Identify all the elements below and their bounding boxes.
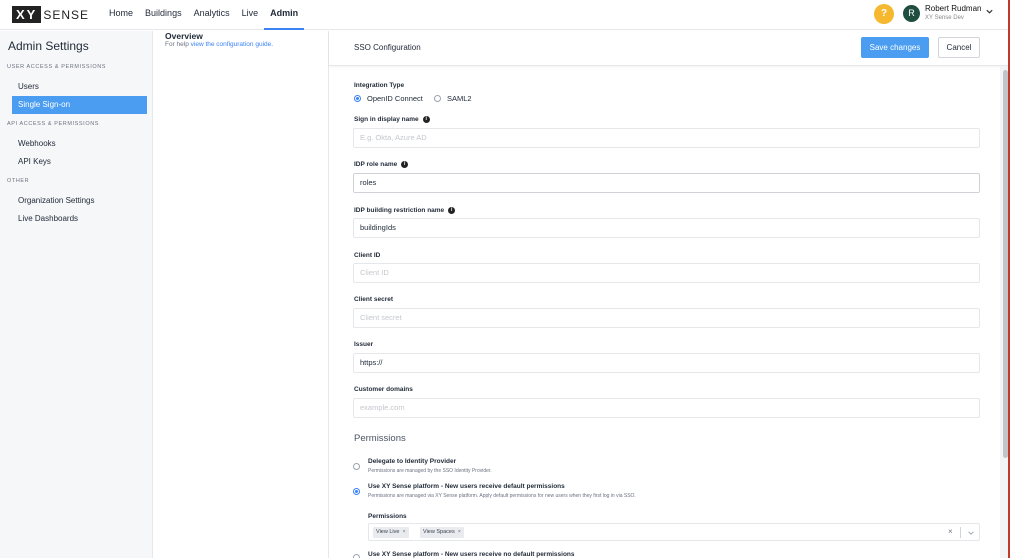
section-label-other: OTHER bbox=[7, 178, 30, 184]
sidebar-item-single-sign-on[interactable]: Single Sign-on bbox=[12, 96, 147, 114]
clear-all-icon[interactable]: × bbox=[948, 527, 953, 536]
no-default-permissions-title[interactable]: Use XY Sense platform - New users receiv… bbox=[368, 551, 575, 558]
info-icon[interactable]: i bbox=[422, 116, 430, 123]
issuer-input[interactable]: https:// bbox=[353, 353, 980, 373]
client-id-label: Client ID bbox=[354, 252, 381, 259]
section-label-api-access: API ACCESS & PERMISSIONS bbox=[7, 121, 100, 127]
nav-buildings[interactable]: Buildings bbox=[139, 0, 188, 30]
sso-configuration-panel: SSO Configuration Save changes Cancel In… bbox=[328, 31, 1009, 558]
display-name-label: Sign in display name i bbox=[354, 116, 430, 123]
openid-connect-label[interactable]: OpenID Connect bbox=[367, 94, 423, 103]
client-secret-input[interactable]: Client secret bbox=[353, 308, 980, 328]
idp-role-label: IDP role name i bbox=[354, 161, 409, 169]
idp-role-input[interactable]: roles bbox=[353, 173, 980, 193]
tag-view-spaces-label: View Spaces bbox=[423, 529, 455, 535]
sidebar-title: Admin Settings bbox=[8, 39, 89, 53]
default-permissions-radio[interactable] bbox=[353, 488, 360, 495]
nav-links: Home Buildings Analytics Live Admin bbox=[103, 0, 305, 30]
chevron-down-icon[interactable] bbox=[967, 529, 975, 537]
configuration-guide-link[interactable]: view the configuration guide. bbox=[191, 41, 273, 48]
top-navigation: XY SENSE Home Buildings Analytics Live A… bbox=[0, 0, 1008, 30]
delegate-idp-radio[interactable] bbox=[353, 463, 360, 470]
tag-view-live-label: View Live bbox=[376, 529, 400, 535]
integration-type-label: Integration Type bbox=[354, 82, 405, 89]
overview-title: Overview bbox=[165, 31, 203, 41]
xy-sense-logo[interactable]: XY SENSE bbox=[12, 6, 89, 23]
default-permissions-label: Permissions bbox=[368, 513, 407, 520]
idp-role-label-text: IDP role name bbox=[354, 161, 398, 169]
tag-view-spaces: View Spaces × bbox=[420, 527, 464, 538]
permissions-heading: Permissions bbox=[354, 433, 406, 444]
nav-admin[interactable]: Admin bbox=[264, 0, 305, 30]
avatar[interactable]: R bbox=[903, 5, 920, 22]
issuer-label: Issuer bbox=[354, 341, 374, 348]
help-button[interactable]: ? bbox=[874, 4, 894, 24]
cancel-button[interactable]: Cancel bbox=[938, 37, 980, 58]
remove-tag-icon[interactable]: × bbox=[458, 529, 461, 535]
no-default-permissions-radio[interactable] bbox=[353, 554, 360, 558]
sidebar-item-live-dashboards[interactable]: Live Dashboards bbox=[12, 210, 147, 228]
logo-xy: XY bbox=[12, 6, 42, 23]
sidebar-item-api-keys[interactable]: API Keys bbox=[12, 153, 147, 171]
nav-home[interactable]: Home bbox=[103, 0, 139, 30]
default-permissions-desc: Permissions are managed via XY Sense pla… bbox=[368, 493, 636, 499]
delegate-idp-desc: Permissions are managed by the SSO Ident… bbox=[368, 468, 492, 474]
default-permissions-title[interactable]: Use XY Sense platform - New users receiv… bbox=[368, 483, 565, 490]
idp-building-label-text: IDP building restriction name bbox=[354, 207, 445, 215]
openid-connect-radio[interactable] bbox=[354, 95, 361, 102]
sidebar-item-organization-settings[interactable]: Organization Settings bbox=[12, 192, 147, 210]
section-label-user-access: USER ACCESS & PERMISSIONS bbox=[7, 64, 107, 70]
panel-header: SSO Configuration Save changes Cancel bbox=[329, 31, 1009, 66]
info-icon[interactable]: i bbox=[448, 207, 456, 214]
saml2-radio[interactable] bbox=[434, 95, 441, 102]
user-name[interactable]: Robert Rudman bbox=[925, 4, 981, 13]
permissions-multiselect[interactable]: View Live × View Spaces × × bbox=[368, 523, 980, 541]
saml2-label[interactable]: SAML2 bbox=[447, 94, 472, 103]
overview-help-text: For help bbox=[165, 41, 191, 48]
divider bbox=[960, 527, 961, 538]
sidebar-item-users[interactable]: Users bbox=[12, 78, 147, 96]
nav-analytics[interactable]: Analytics bbox=[188, 0, 236, 30]
idp-building-input[interactable]: buildingIds bbox=[353, 218, 980, 238]
window-edge bbox=[1008, 0, 1016, 558]
overview-help: For help view the configuration guide. bbox=[165, 41, 273, 48]
panel-title: SSO Configuration bbox=[354, 43, 421, 52]
save-changes-button[interactable]: Save changes bbox=[861, 37, 929, 58]
chevron-down-icon[interactable] bbox=[985, 7, 994, 16]
client-id-input[interactable]: Client ID bbox=[353, 263, 980, 283]
admin-sidebar: Admin Settings USER ACCESS & PERMISSIONS… bbox=[0, 31, 153, 558]
delegate-idp-title[interactable]: Delegate to Identity Provider bbox=[368, 458, 456, 465]
user-org: XY Sense Dev bbox=[925, 15, 964, 21]
sidebar-item-webhooks[interactable]: Webhooks bbox=[12, 135, 147, 153]
client-secret-label: Client secret bbox=[354, 296, 394, 303]
customer-domains-input[interactable]: example.com bbox=[353, 398, 980, 418]
info-icon[interactable]: i bbox=[401, 161, 409, 168]
nav-live[interactable]: Live bbox=[236, 0, 265, 30]
customer-domains-label: Customer domains bbox=[354, 386, 413, 393]
remove-tag-icon[interactable]: × bbox=[402, 529, 405, 535]
display-name-label-text: Sign in display name bbox=[354, 116, 419, 124]
tag-view-live: View Live × bbox=[373, 527, 409, 538]
logo-sense: SENSE bbox=[43, 7, 90, 22]
display-name-input[interactable]: E.g. Okta, Azure AD bbox=[353, 128, 980, 148]
idp-building-label: IDP building restriction name i bbox=[354, 207, 456, 215]
